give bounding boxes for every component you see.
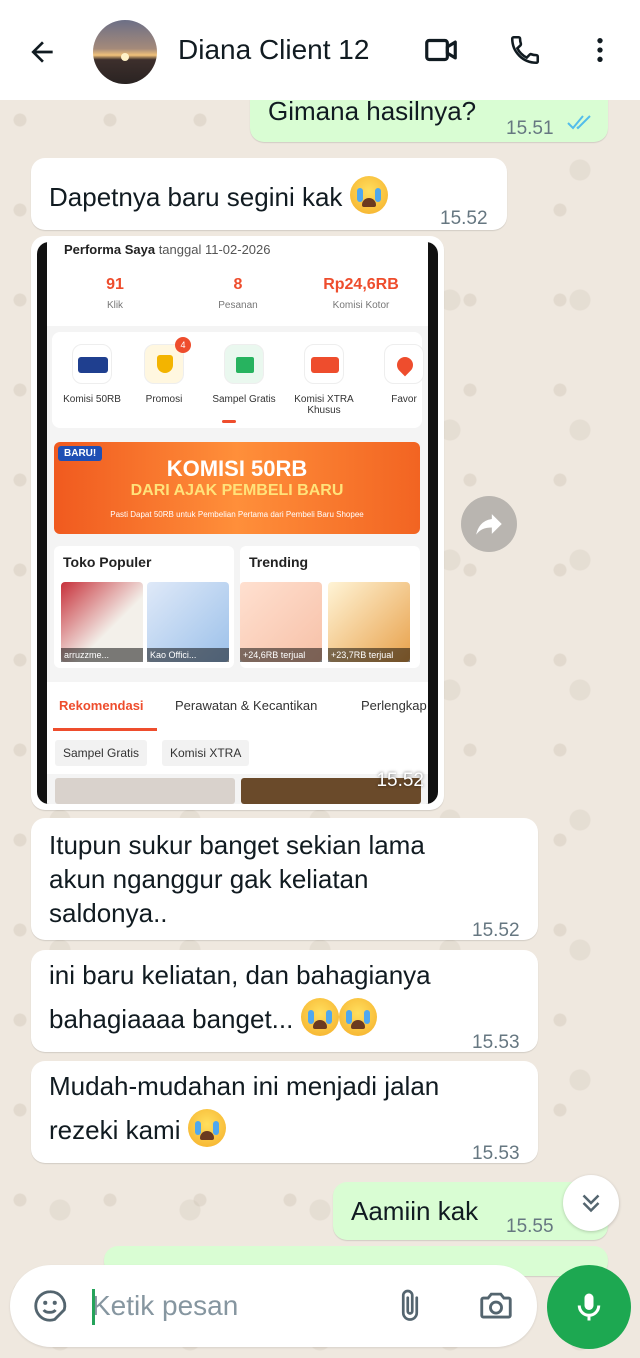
product-thumbnails — [47, 778, 428, 804]
message-text: Aamiin kak — [351, 1196, 479, 1226]
sticker-icon — [34, 1290, 67, 1322]
forward-icon — [476, 514, 502, 535]
filter-chips: Sampel Gratis Komisi XTRA — [47, 732, 428, 774]
message-bubble-incoming[interactable]: ini baru keliatan, dan bahagianya bahagi… — [31, 950, 538, 1053]
product-tabs: Rekomendasi Perawatan & Kecantikan Perle… — [47, 682, 428, 732]
double-check-read-icon — [567, 115, 591, 130]
message-time: 15.53 — [472, 1032, 520, 1053]
message-bubble-incoming[interactable]: Dapetnya baru segini kak 15.52 — [31, 158, 507, 230]
message-input[interactable] — [92, 1287, 372, 1325]
message-time: 15.52 — [376, 770, 424, 791]
message-bubble-incoming[interactable]: Itupun sukur banget sekian lama akun nga… — [31, 818, 538, 941]
message-time: 15.52 — [472, 920, 520, 941]
message-bubble-incoming[interactable]: Mudah-mudahan ini menjadi jalan rezeki k… — [31, 1061, 538, 1164]
arrow-back-icon — [31, 41, 53, 63]
promo-banner: BARU! KOMISI 50RB DARI AJAK PEMBELI BARU… — [54, 442, 420, 534]
scroll-to-bottom-button[interactable] — [563, 1175, 619, 1231]
voice-message-button[interactable] — [547, 1265, 631, 1349]
phone-call-icon — [510, 35, 540, 65]
chevron-double-down-icon — [582, 1194, 600, 1213]
back-button[interactable] — [22, 32, 62, 72]
camera-button[interactable] — [476, 1286, 516, 1326]
crying-face-emoji — [300, 998, 339, 1036]
crying-face-emoji — [349, 176, 388, 214]
message-time: 15.53 — [472, 1143, 520, 1164]
crying-face-emoji — [187, 1109, 226, 1147]
video-call-button[interactable] — [421, 30, 461, 70]
sticker-button[interactable] — [30, 1286, 70, 1326]
message-text: Dapetnya baru segini kak — [49, 176, 388, 214]
contact-name[interactable]: Diana Client 12 — [178, 34, 369, 66]
toko-populer-section: Toko Populer arruzzme... Kao Offici... — [54, 546, 234, 668]
more-vert-icon — [597, 38, 603, 62]
message-text: ini baru keliatan, dan bahagianya bahagi… — [49, 960, 431, 1036]
microphone-icon — [577, 1293, 601, 1321]
forward-button[interactable] — [461, 496, 517, 552]
message-composer — [10, 1265, 537, 1347]
chat-header: Diana Client 12 — [0, 0, 640, 100]
message-time: 15.51 — [506, 118, 554, 139]
more-options-button[interactable] — [580, 30, 620, 70]
message-time: 15.52 — [440, 208, 488, 229]
attach-button[interactable] — [390, 1286, 430, 1326]
text-caret — [92, 1289, 95, 1325]
camera-icon — [480, 1292, 512, 1319]
image-message[interactable]: Performa Saya tanggal 11-02-2026 91 Klik … — [31, 236, 444, 810]
voice-call-button[interactable] — [505, 30, 545, 70]
screenshot-image[interactable]: Performa Saya tanggal 11-02-2026 91 Klik … — [37, 242, 438, 804]
message-time: 15.55 — [506, 1216, 554, 1237]
message-text: Mudah-mudahan ini menjadi jalan rezeki k… — [49, 1071, 440, 1147]
paperclip-icon — [401, 1289, 419, 1321]
crying-face-emoji — [338, 998, 377, 1036]
performance-card: Performa Saya tanggal 11-02-2026 91 Klik … — [47, 242, 428, 326]
video-call-icon — [425, 38, 457, 62]
avatar[interactable] — [93, 20, 157, 84]
feature-menu: Komisi 50RB 4 Promosi Sampel Gratis Komis… — [52, 332, 424, 428]
message-text: Itupun sukur banget sekian lama akun nga… — [49, 830, 425, 928]
trending-section: Trending +24,6RB terjual +23,7RB terjual — [240, 546, 420, 668]
